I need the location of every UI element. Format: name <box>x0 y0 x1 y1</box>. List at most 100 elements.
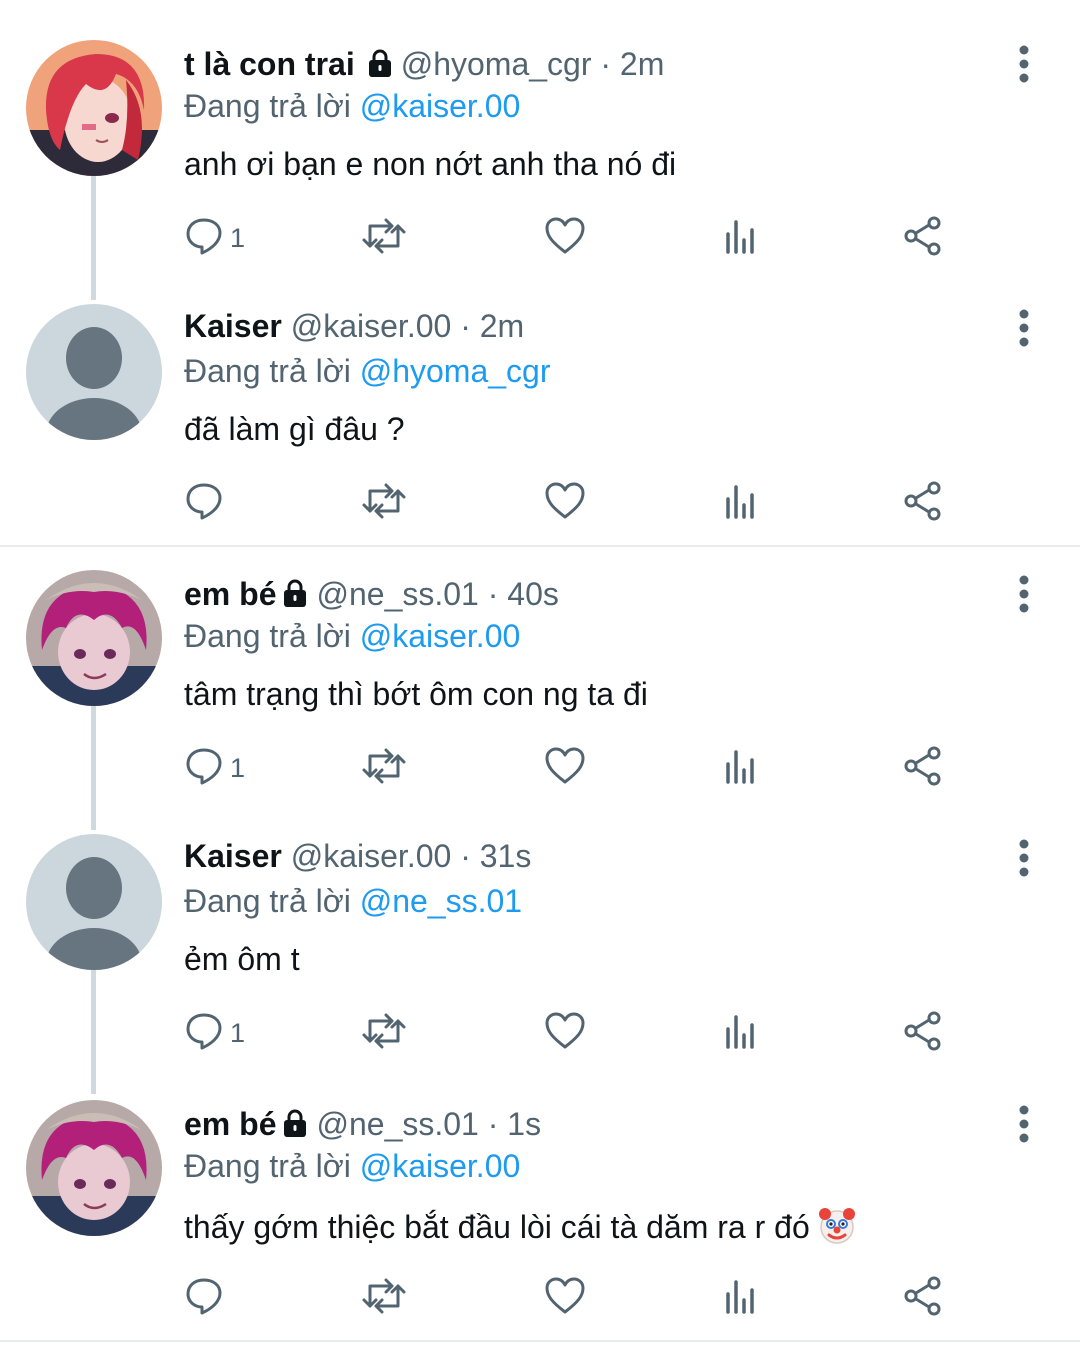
heart-icon <box>544 1011 586 1056</box>
action-bar <box>184 1276 964 1320</box>
retweet-button[interactable] <box>360 216 408 260</box>
tweet-text: anh ơi bạn e non nớt anh tha nó đi <box>184 146 677 182</box>
replying-to: Đang trả lời @kaiser.00 <box>184 1146 520 1186</box>
retweet-button[interactable] <box>360 481 408 525</box>
more-options-icon[interactable] <box>1008 308 1040 348</box>
reply-mention-link[interactable]: @hyoma_cgr <box>360 353 551 389</box>
tweet[interactable]: Kaiser @kaiser.00 · 2m Đang trả lời @hyo… <box>0 290 1080 545</box>
like-button[interactable] <box>544 216 586 260</box>
reply-count: 1 <box>230 752 246 783</box>
handle[interactable]: @kaiser.00 <box>291 308 452 344</box>
action-bar: 1 <box>184 746 964 790</box>
heart-icon <box>544 481 586 526</box>
reply-icon <box>184 481 224 526</box>
display-name[interactable]: Kaiser <box>184 838 282 874</box>
reply-icon <box>184 1011 224 1056</box>
bottom-divider <box>0 1340 1080 1342</box>
analytics-icon <box>724 481 760 526</box>
handle[interactable]: @ne_ss.01 <box>316 1106 478 1142</box>
like-button[interactable] <box>544 1011 586 1055</box>
analytics-icon <box>724 1011 760 1056</box>
replying-to-label: Đang trả lời <box>184 618 351 654</box>
replying-to: Đang trả lời @hyoma_cgr <box>184 351 551 391</box>
heart-icon <box>544 1276 586 1321</box>
reply-mention-link[interactable]: @ne_ss.01 <box>360 883 522 919</box>
avatar[interactable] <box>26 834 162 970</box>
reply-button[interactable] <box>184 1276 230 1320</box>
timestamp[interactable]: 31s <box>480 838 532 874</box>
avatar[interactable] <box>26 304 162 440</box>
more-options-icon[interactable] <box>1008 838 1040 878</box>
tweet[interactable]: em bé @ne_ss.01 · 1s Đang trả lời @kaiser… <box>0 1090 1080 1340</box>
tweet[interactable]: t là con trai @hyoma_cgr · 2m Đang trả lờ… <box>0 0 1080 290</box>
thread-divider <box>0 545 1080 547</box>
reply-button[interactable] <box>184 481 230 525</box>
share-button[interactable] <box>902 481 944 525</box>
retweet-button[interactable] <box>360 1276 408 1320</box>
tweet[interactable]: Kaiser @kaiser.00 · 31s Đang trả lời @ne… <box>0 825 1080 1090</box>
handle[interactable]: @kaiser.00 <box>291 838 452 874</box>
tweet[interactable]: em bé @ne_ss.01 · 40s Đang trả lời @kaise… <box>0 550 1080 825</box>
handle[interactable]: @ne_ss.01 <box>316 576 478 612</box>
analytics-button[interactable] <box>724 481 760 525</box>
like-button[interactable] <box>544 746 586 790</box>
tweet-header: Kaiser @kaiser.00 · 31s <box>184 838 532 874</box>
timestamp[interactable]: 2m <box>480 308 524 344</box>
reply-icon <box>184 216 224 261</box>
avatar[interactable] <box>26 1100 162 1236</box>
timestamp[interactable]: 40s <box>507 576 559 612</box>
share-button[interactable] <box>902 1276 944 1320</box>
tweet-header: em bé @ne_ss.01 · 1s <box>184 1104 541 1147</box>
reply-mention-link[interactable]: @kaiser.00 <box>360 618 521 654</box>
tweet-text: tâm trạng thì bớt ôm con ng ta đi <box>184 676 648 712</box>
analytics-icon <box>724 1276 760 1321</box>
analytics-button[interactable] <box>724 1276 760 1320</box>
reply-button[interactable]: 1 <box>184 216 245 260</box>
heart-icon <box>544 216 586 261</box>
retweet-button[interactable] <box>360 746 408 790</box>
replying-to-label: Đang trả lời <box>184 353 351 389</box>
analytics-button[interactable] <box>724 216 760 260</box>
avatar[interactable] <box>26 570 162 706</box>
reply-mention-link[interactable]: @kaiser.00 <box>360 88 521 124</box>
reply-button[interactable]: 1 <box>184 746 245 790</box>
action-bar <box>184 481 964 525</box>
handle[interactable]: @hyoma_cgr <box>401 46 592 82</box>
replying-to-label: Đang trả lời <box>184 88 351 124</box>
retweet-icon <box>360 746 408 791</box>
tweet-header: Kaiser @kaiser.00 · 2m <box>184 308 525 344</box>
share-button[interactable] <box>902 746 944 790</box>
share-button[interactable] <box>902 1011 944 1055</box>
replying-to: Đang trả lời @kaiser.00 <box>184 86 520 126</box>
display-name[interactable]: t là con trai <box>184 46 355 82</box>
analytics-button[interactable] <box>724 746 760 790</box>
tweet-header: em bé @ne_ss.01 · 40s <box>184 574 559 617</box>
analytics-icon <box>724 746 760 791</box>
reply-mention-link[interactable]: @kaiser.00 <box>360 1148 521 1184</box>
avatar[interactable] <box>26 40 162 176</box>
more-options-icon[interactable] <box>1008 44 1040 84</box>
replying-to-label: Đang trả lời <box>184 1148 351 1184</box>
action-bar: 1 <box>184 216 964 260</box>
timestamp[interactable]: 2m <box>620 46 664 82</box>
replying-to: Đang trả lời @ne_ss.01 <box>184 881 522 921</box>
more-options-icon[interactable] <box>1008 574 1040 614</box>
display-name[interactable]: Kaiser <box>184 308 282 344</box>
display-name[interactable]: em bé <box>184 576 276 612</box>
like-button[interactable] <box>544 481 586 525</box>
more-options-icon[interactable] <box>1008 1104 1040 1144</box>
reply-button[interactable]: 1 <box>184 1011 245 1055</box>
tweet-text: đã làm gì đâu ? <box>184 411 405 447</box>
display-name[interactable]: em bé <box>184 1106 276 1142</box>
retweet-button[interactable] <box>360 1011 408 1055</box>
analytics-button[interactable] <box>724 1011 760 1055</box>
clown-face-emoji <box>816 1204 858 1255</box>
timestamp[interactable]: 1s <box>507 1106 541 1142</box>
action-bar: 1 <box>184 1011 964 1055</box>
like-button[interactable] <box>544 1276 586 1320</box>
share-button[interactable] <box>902 216 944 260</box>
tweet-text: thấy gớm thiệc bắt đầu lòi cái tà dăm ra… <box>184 1209 810 1245</box>
reply-icon <box>184 746 224 791</box>
share-icon <box>902 1275 944 1322</box>
retweet-icon <box>360 1276 408 1321</box>
